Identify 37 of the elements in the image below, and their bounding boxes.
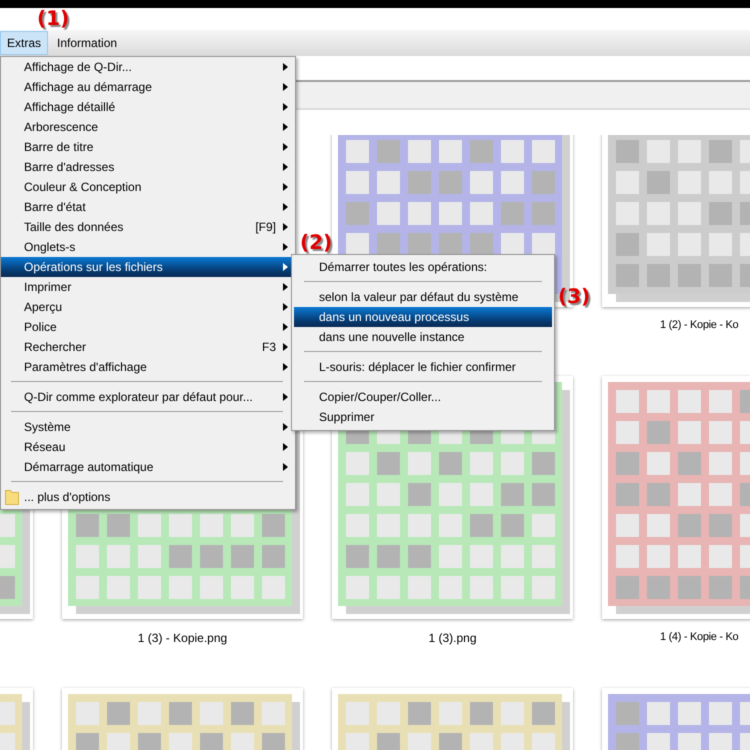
menu-item[interactable]: Rechercher F3 xyxy=(1,337,295,357)
menu-item[interactable]: Police xyxy=(1,317,295,337)
menu-item[interactable]: Réseau xyxy=(1,437,295,457)
menu-item[interactable]: Barre d'état xyxy=(1,197,295,217)
menu-item[interactable]: Démarrer toutes les opérations: xyxy=(294,257,552,277)
menu-item[interactable]: Système xyxy=(1,417,295,437)
menu-item[interactable]: Affichage de Q-Dir... xyxy=(1,57,295,77)
menu-item[interactable]: dans un nouveau processus xyxy=(294,307,552,327)
menu-item[interactable]: Arborescence xyxy=(1,117,295,137)
folder-icon xyxy=(5,489,19,505)
menu-item[interactable]: ... plus d'options xyxy=(1,487,295,507)
menu-item[interactable]: Barre d'adresses xyxy=(1,157,295,177)
menu-bar-item[interactable]: Extras xyxy=(0,31,48,55)
menu-item[interactable]: Onglets-s xyxy=(1,237,295,257)
menu-item[interactable]: Copier/Couper/Coller... xyxy=(294,387,552,407)
menu-item[interactable]: Démarrage automatique xyxy=(1,457,295,477)
menu-item[interactable]: Taille des données [F9] xyxy=(1,217,295,237)
step-marker: (2) xyxy=(300,230,332,254)
file-name: 1 (4) - Kopie - Ko xyxy=(660,631,738,643)
menu-item[interactable]: Supprimer xyxy=(294,407,552,427)
menu-item[interactable]: Q-Dir comme explorateur par défaut pour... xyxy=(1,387,295,407)
menu-item[interactable]: Couleur & Conception xyxy=(1,177,295,197)
menu-item[interactable]: dans une nouvelle instance xyxy=(294,327,552,347)
menu-bar-item[interactable]: Information xyxy=(50,31,124,55)
menu-item[interactable]: Aperçu xyxy=(1,297,295,317)
step-marker: (3) xyxy=(558,284,590,308)
menu-item[interactable]: selon la valeur par défaut du système xyxy=(294,287,552,307)
menu-item[interactable]: Imprimer xyxy=(1,277,295,297)
menu-item[interactable]: Paramètres d'affichage xyxy=(1,357,295,377)
menu-item[interactable]: Affichage détaillé xyxy=(1,97,295,117)
step-marker: (1) xyxy=(37,6,70,30)
menu-item[interactable]: Barre de titre xyxy=(1,137,295,157)
file-name: 1 (2) - Kopie - Ko xyxy=(660,319,738,331)
file-name: 1 (3).png xyxy=(428,631,477,645)
file-name: 1 (3) - Kopie.png xyxy=(138,631,228,645)
menu-item[interactable]: Affichage au démarrage xyxy=(1,77,295,97)
menu-item[interactable]: L-souris: déplacer le fichier confirmer xyxy=(294,357,552,377)
